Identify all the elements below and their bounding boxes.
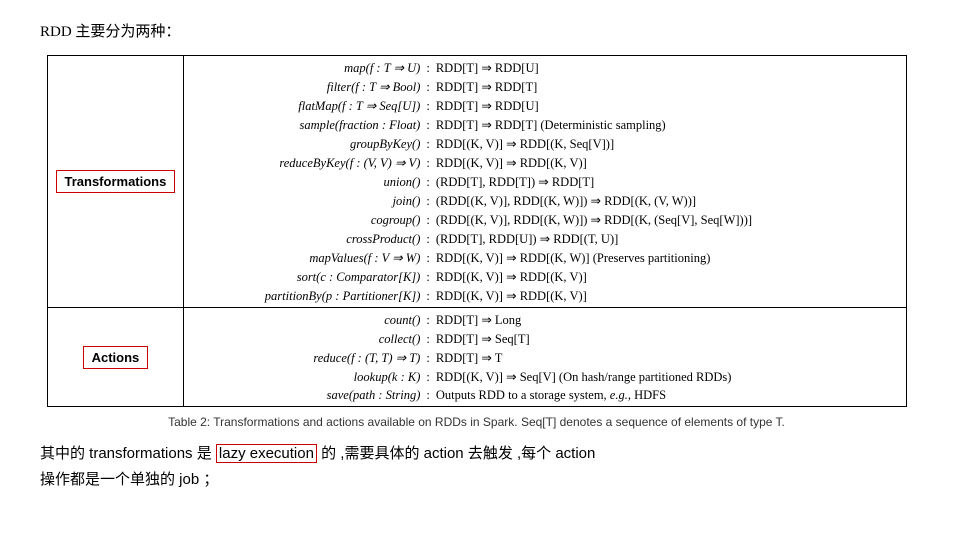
op-reduce-name: reduce(f : (T, T) ⇒ T) xyxy=(190,350,420,366)
op-count-type: RDD[T] ⇒ Long xyxy=(436,312,521,328)
bottom-line1: 其中的 transformations 是 lazy execution 的 ,… xyxy=(40,441,913,467)
op-lookup-colon: : xyxy=(426,370,429,385)
op-flatmap-name: flatMap(f : T ⇒ Seq[U]) xyxy=(190,98,420,114)
op-join: join() : (RDD[(K, V)], RDD[(K, W)]) ⇒ RD… xyxy=(184,191,905,210)
op-map-name: map(f : T ⇒ U) xyxy=(190,60,420,76)
op-crossproduct: crossProduct() : (RDD[T], RDD[U]) ⇒ RDD[… xyxy=(184,229,905,248)
transformations-operations: map(f : T ⇒ U) : RDD[T] ⇒ RDD[U] filter(… xyxy=(184,56,906,308)
op-union-colon: : xyxy=(426,175,429,190)
op-reducebykey-name: reduceByKey(f : (V, V) ⇒ V) xyxy=(190,155,420,171)
transformations-label-cell: Transformations xyxy=(48,56,184,308)
op-reduce-colon: : xyxy=(426,351,429,366)
lazy-execution-highlight: lazy execution xyxy=(216,444,317,463)
actions-row: Actions count() : RDD[T] ⇒ Long collect(… xyxy=(48,308,906,407)
op-mapvalues-name: mapValues(f : V ⇒ W) xyxy=(190,250,420,266)
op-collect-name: collect() xyxy=(190,332,420,347)
op-crossproduct-colon: : xyxy=(426,232,429,247)
op-reducebykey-type: RDD[(K, V)] ⇒ RDD[(K, V)] xyxy=(436,155,587,171)
op-crossproduct-name: crossProduct() xyxy=(190,232,420,247)
op-flatmap: flatMap(f : T ⇒ Seq[U]) : RDD[T] ⇒ RDD[U… xyxy=(184,96,905,115)
op-reducebykey: reduceByKey(f : (V, V) ⇒ V) : RDD[(K, V)… xyxy=(184,153,905,172)
op-sort-colon: : xyxy=(426,270,429,285)
op-sort-name: sort(c : Comparator[K]) xyxy=(190,270,420,285)
op-partitionby-colon: : xyxy=(426,289,429,304)
op-partitionby-name: partitionBy(p : Partitioner[K]) xyxy=(190,289,420,304)
op-collect: collect() : RDD[T] ⇒ Seq[T] xyxy=(184,329,905,348)
op-cogroup-colon: : xyxy=(426,213,429,228)
op-lookup: lookup(k : K) : RDD[(K, V)] ⇒ Seq[V] (On… xyxy=(184,367,905,386)
rdd-table: Transformations map(f : T ⇒ U) : RDD[T] … xyxy=(47,55,907,407)
op-sort-type: RDD[(K, V)] ⇒ RDD[(K, V)] xyxy=(436,269,587,285)
op-join-colon: : xyxy=(426,194,429,209)
op-union: union() : (RDD[T], RDD[T]) ⇒ RDD[T] xyxy=(184,172,905,191)
op-filter: filter(f : T ⇒ Bool) : RDD[T] ⇒ RDD[T] xyxy=(184,77,905,96)
actions-operations: count() : RDD[T] ⇒ Long collect() : RDD[… xyxy=(184,308,906,407)
op-count: count() : RDD[T] ⇒ Long xyxy=(184,310,905,329)
op-lookup-name: lookup(k : K) xyxy=(190,370,420,385)
actions-label-cell: Actions xyxy=(48,308,184,407)
op-save-name: save(path : String) xyxy=(190,388,420,403)
op-sample-colon: : xyxy=(426,118,429,133)
op-lookup-type: RDD[(K, V)] ⇒ Seq[V] (On hash/range part… xyxy=(436,369,732,385)
op-groupbykey-colon: : xyxy=(426,137,429,152)
op-groupbykey: groupByKey() : RDD[(K, V)] ⇒ RDD[(K, Seq… xyxy=(184,134,905,153)
op-join-name: join() xyxy=(190,194,420,209)
op-cogroup-name: cogroup() xyxy=(190,213,420,228)
op-save-colon: : xyxy=(426,388,429,403)
op-map-colon: : xyxy=(426,61,429,76)
table-caption: Table 2: Transformations and actions ava… xyxy=(40,415,913,429)
op-count-colon: : xyxy=(426,313,429,328)
op-map-type: RDD[T] ⇒ RDD[U] xyxy=(436,60,539,76)
op-sort: sort(c : Comparator[K]) : RDD[(K, V)] ⇒ … xyxy=(184,267,905,286)
op-collect-colon: : xyxy=(426,332,429,347)
op-groupbykey-type: RDD[(K, V)] ⇒ RDD[(K, Seq[V])] xyxy=(436,136,614,152)
op-cogroup-type: (RDD[(K, V)], RDD[(K, W)]) ⇒ RDD[(K, (Se… xyxy=(436,212,752,228)
intro-text: RDD 主要分为两种： xyxy=(40,20,913,41)
op-collect-type: RDD[T] ⇒ Seq[T] xyxy=(436,331,530,347)
op-save: save(path : String) : Outputs RDD to a s… xyxy=(184,386,905,404)
op-partitionby: partitionBy(p : Partitioner[K]) : RDD[(K… xyxy=(184,286,905,305)
op-sample: sample(fraction : Float) : RDD[T] ⇒ RDD[… xyxy=(184,115,905,134)
op-sample-name: sample(fraction : Float) xyxy=(190,118,420,133)
op-save-type: Outputs RDD to a storage system, e.g., H… xyxy=(436,388,666,403)
op-filter-name: filter(f : T ⇒ Bool) xyxy=(190,79,420,95)
op-sample-type: RDD[T] ⇒ RDD[T] (Deterministic sampling) xyxy=(436,117,666,133)
op-crossproduct-type: (RDD[T], RDD[U]) ⇒ RDD[(T, U)] xyxy=(436,231,618,247)
actions-label: Actions xyxy=(83,346,149,369)
op-union-name: union() xyxy=(190,175,420,190)
op-join-type: (RDD[(K, V)], RDD[(K, W)]) ⇒ RDD[(K, (V,… xyxy=(436,193,696,209)
op-reduce-type: RDD[T] ⇒ T xyxy=(436,350,503,366)
op-cogroup: cogroup() : (RDD[(K, V)], RDD[(K, W)]) ⇒… xyxy=(184,210,905,229)
bottom-text: 其中的 transformations 是 lazy execution 的 ,… xyxy=(40,441,913,492)
op-mapvalues: mapValues(f : V ⇒ W) : RDD[(K, V)] ⇒ RDD… xyxy=(184,248,905,267)
op-union-type: (RDD[T], RDD[T]) ⇒ RDD[T] xyxy=(436,174,594,190)
transformations-row: Transformations map(f : T ⇒ U) : RDD[T] … xyxy=(48,56,906,308)
op-filter-type: RDD[T] ⇒ RDD[T] xyxy=(436,79,537,95)
op-groupbykey-name: groupByKey() xyxy=(190,137,420,152)
op-mapvalues-colon: : xyxy=(426,251,429,266)
transformations-label: Transformations xyxy=(56,170,176,193)
op-map: map(f : T ⇒ U) : RDD[T] ⇒ RDD[U] xyxy=(184,58,905,77)
op-partitionby-type: RDD[(K, V)] ⇒ RDD[(K, V)] xyxy=(436,288,587,304)
op-count-name: count() xyxy=(190,313,420,328)
op-reducebykey-colon: : xyxy=(426,156,429,171)
bottom-line2: 操作都是一个单独的 job ； xyxy=(40,467,913,493)
op-reduce: reduce(f : (T, T) ⇒ T) : RDD[T] ⇒ T xyxy=(184,348,905,367)
op-mapvalues-type: RDD[(K, V)] ⇒ RDD[(K, W)] (Preserves par… xyxy=(436,250,711,266)
op-flatmap-colon: : xyxy=(426,99,429,114)
op-filter-colon: : xyxy=(426,80,429,95)
op-flatmap-type: RDD[T] ⇒ RDD[U] xyxy=(436,98,539,114)
